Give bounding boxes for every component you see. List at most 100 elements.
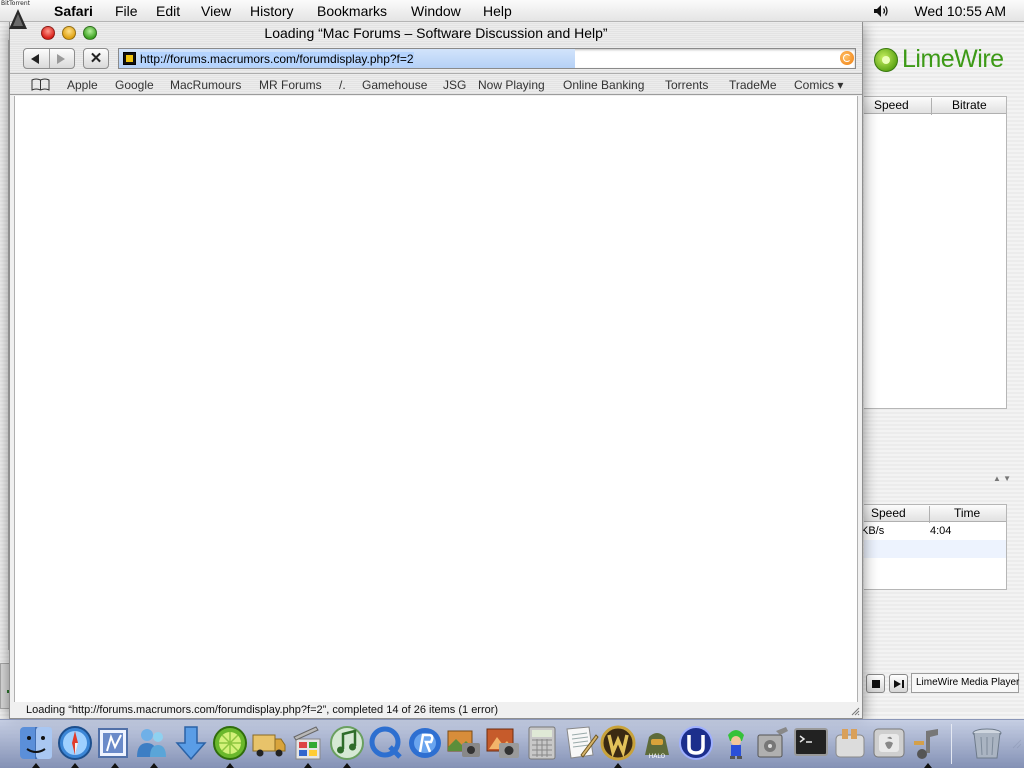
bookmark-apple[interactable]: Apple	[67, 78, 98, 92]
title-bar[interactable]: Loading “Mac Forums – Software Discussio…	[10, 22, 862, 44]
finder-icon[interactable]	[18, 725, 54, 761]
running-indicator	[614, 763, 622, 768]
textedit-icon[interactable]	[563, 725, 599, 761]
warcraft-icon[interactable]	[600, 725, 636, 761]
running-indicator	[343, 763, 351, 768]
menu-view[interactable]: View	[201, 3, 231, 19]
back-button[interactable]	[31, 54, 39, 64]
forward-button[interactable]	[57, 54, 65, 64]
column-header-time[interactable]: Time	[954, 506, 980, 520]
bittorrent-icon	[9, 9, 27, 29]
trash-icon[interactable]	[969, 725, 1005, 761]
safari-window: Loading “Mac Forums – Software Discussio…	[9, 22, 863, 719]
image-capture-icon[interactable]	[485, 725, 521, 761]
mail-icon[interactable]	[95, 725, 131, 761]
table-row[interactable]	[864, 540, 1006, 558]
quicktime-icon[interactable]	[368, 725, 404, 761]
media-player-label: LimeWire Media Player	[911, 673, 1019, 693]
download-icon[interactable]	[173, 725, 209, 761]
segment-divider	[49, 49, 50, 68]
stop-loading-button[interactable]: ✕	[83, 48, 109, 69]
next-track-button[interactable]	[889, 674, 908, 693]
limewire-logo: LimeWire	[874, 45, 1004, 74]
downloads-table[interactable]: Speed Time KB/s 4:04	[861, 504, 1007, 590]
audio-midi-icon[interactable]	[910, 725, 946, 761]
column-separator	[931, 98, 932, 115]
running-indicator	[226, 763, 234, 768]
disk-utility-icon[interactable]	[754, 725, 790, 761]
ichat-icon[interactable]	[134, 725, 170, 761]
volume-icon[interactable]	[873, 4, 889, 18]
column-separator	[929, 506, 930, 523]
menu-history[interactable]: History	[250, 3, 294, 19]
toaster-icon[interactable]	[832, 725, 868, 761]
lemmings-icon[interactable]	[718, 725, 754, 761]
table-row[interactable]: KB/s 4:04	[861, 522, 1006, 540]
safari-icon[interactable]	[57, 725, 93, 761]
halo-icon[interactable]: HALO	[639, 725, 675, 761]
running-indicator	[71, 763, 79, 768]
next-track-icon	[894, 680, 904, 688]
menu-file[interactable]: File	[115, 3, 138, 19]
toolbar: ✕ http://forums.macrumors.com/forumdispl…	[10, 44, 862, 73]
downloads-header: Speed Time	[864, 505, 1006, 523]
unreal-icon[interactable]	[678, 725, 714, 761]
split-pane-arrows-icon[interactable]: ▲ ▼	[993, 474, 1011, 483]
realplayer-icon[interactable]	[407, 725, 443, 761]
back-forward-control	[23, 48, 75, 69]
limewire-icon[interactable]	[212, 725, 248, 761]
terminal-icon[interactable]	[793, 725, 829, 761]
svg-text:HALO: HALO	[649, 753, 666, 760]
site-favicon-icon	[123, 52, 136, 65]
bookmark-mr-forums[interactable]: MR Forums	[259, 78, 322, 92]
menu-window[interactable]: Window	[411, 3, 461, 19]
column-header-speed[interactable]: Speed	[871, 506, 906, 520]
url-text: http://forums.macrumors.com/forumdisplay…	[140, 52, 414, 66]
bookmark-comics-menu[interactable]: Comics ▾	[794, 78, 843, 92]
column-header-bitrate[interactable]: Bitrate	[952, 98, 987, 112]
menu-bookmarks[interactable]: Bookmarks	[317, 3, 387, 19]
address-bar[interactable]: http://forums.macrumors.com/forumdisplay…	[118, 48, 856, 69]
itunes-icon[interactable]	[329, 725, 365, 761]
running-indicator	[150, 763, 158, 768]
transmit-icon[interactable]	[251, 725, 287, 761]
media-player: LimeWire Media Player	[864, 672, 1024, 696]
dock: HALO	[0, 719, 1024, 768]
bookmark-now-playing[interactable]: Now Playing	[478, 78, 545, 92]
bookmark-google[interactable]: Google	[115, 78, 154, 92]
calculator-icon[interactable]	[524, 725, 560, 761]
bookmark-torrents[interactable]: Torrents	[665, 78, 708, 92]
bookmarks-book-icon[interactable]	[31, 78, 50, 91]
search-results-table[interactable]: Speed Bitrate	[864, 96, 1007, 409]
stop-button[interactable]	[866, 674, 885, 693]
bittorrent-menu-extra[interactable]: BitTorrent	[0, 0, 34, 34]
status-text: Loading “http://forums.macrumors.com/for…	[26, 704, 499, 716]
iphoto-icon[interactable]	[446, 725, 482, 761]
url-field[interactable]: http://forums.macrumors.com/forumdisplay…	[140, 52, 414, 66]
bookmark-jsg[interactable]: JSG	[443, 78, 466, 92]
bookmark-slashdot[interactable]: /.	[339, 78, 346, 92]
web-content-area[interactable]	[14, 96, 858, 702]
menu-clock[interactable]: Wed 10:55 AM	[914, 3, 1006, 19]
bookmark-online-banking[interactable]: Online Banking	[563, 78, 644, 92]
reload-icon[interactable]	[840, 51, 854, 65]
bookmark-macrumours[interactable]: MacRumours	[170, 78, 241, 92]
column-header-speed[interactable]: Speed	[874, 98, 909, 112]
bookmarks-bar: Apple Google MacRumours MR Forums /. Gam…	[10, 73, 862, 95]
menu-bar: Safari File Edit View History Bookmarks …	[0, 0, 1024, 22]
window-title: Loading “Mac Forums – Software Discussio…	[264, 25, 608, 41]
menu-help[interactable]: Help	[483, 3, 512, 19]
running-indicator	[304, 763, 312, 768]
bookmark-trademe[interactable]: TradeMe	[729, 78, 777, 92]
status-bar: Loading “http://forums.macrumors.com/for…	[10, 703, 862, 718]
running-indicator	[924, 763, 932, 768]
resize-grip-icon[interactable]	[850, 706, 860, 716]
script-editor-icon[interactable]	[290, 725, 326, 761]
menu-edit[interactable]: Edit	[156, 3, 180, 19]
download-speed: KB/s	[861, 525, 885, 537]
running-indicator	[32, 763, 40, 768]
menu-app-safari[interactable]: Safari	[54, 3, 93, 19]
bookmark-gamehouse[interactable]: Gamehouse	[362, 78, 427, 92]
system-prefs-icon[interactable]	[871, 725, 907, 761]
download-time: 4:04	[930, 525, 952, 537]
